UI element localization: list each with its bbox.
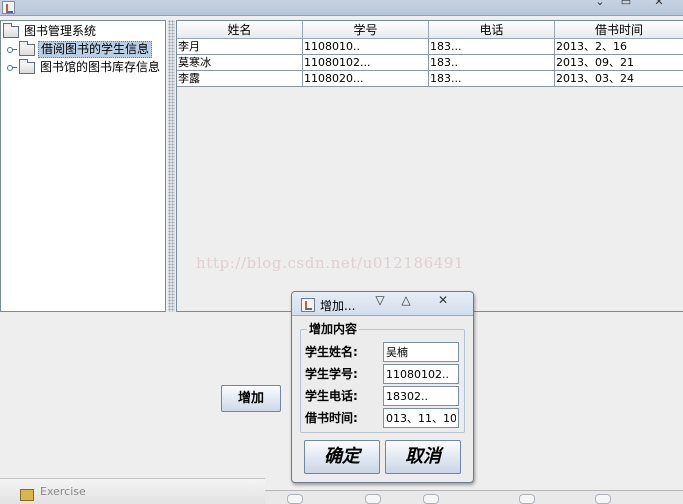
watermark-text: http://blog.csdn.net/u012186491 — [196, 254, 465, 272]
minimize-icon[interactable]: ▽ — [373, 293, 387, 307]
table-cell[interactable]: 183... — [429, 71, 555, 87]
table-cell[interactable]: 11080102... — [303, 55, 429, 71]
toolbar-icon[interactable] — [595, 494, 611, 504]
table-cell[interactable]: 李月 — [177, 39, 303, 55]
minimize-icon[interactable]: ⌄ — [592, 0, 608, 8]
tree-expand-handle-icon[interactable] — [7, 63, 17, 72]
close-icon[interactable]: ✕ — [651, 0, 667, 8]
toolbar-icon[interactable] — [519, 494, 535, 504]
tree-root[interactable]: 图书管理系统 — [3, 22, 98, 40]
tree-expand-handle-icon[interactable] — [7, 45, 17, 54]
bottom-right-toolbar — [265, 490, 683, 504]
student-name-label: 学生姓名: — [305, 345, 358, 359]
table-cell[interactable]: 183... — [429, 39, 555, 55]
table-header: 姓名 学号 电话 借书时间 — [177, 21, 683, 39]
package-icon — [20, 489, 34, 501]
java-app-icon — [2, 1, 15, 14]
column-header-borrow-date[interactable]: 借书时间 — [555, 21, 683, 39]
borrow-date-input[interactable] — [383, 408, 459, 428]
table-cell[interactable]: 莫寒冰 — [177, 55, 303, 71]
window-titlebar: ⌄ ▭ ✕ — [0, 0, 683, 16]
table-row[interactable]: 莫寒冰 11080102... 183.. 2013、09、21 — [177, 55, 683, 71]
table-cell[interactable]: 2013、2、16 — [555, 39, 683, 55]
close-icon[interactable]: ✕ — [436, 293, 450, 307]
add-dialog: 增加... ▽ △ ✕ 增加内容 学生姓名: 学生学号: 学生电话: 借书时间:… — [291, 291, 474, 483]
tree-root-label: 图书管理系统 — [24, 24, 97, 38]
add-content-group: 增加内容 学生姓名: 学生学号: 学生电话: 借书时间: — [300, 321, 465, 433]
maximize-icon[interactable]: △ — [399, 293, 413, 307]
java-app-icon — [301, 298, 315, 312]
nav-tree: 图书管理系统 借阅图书的学生信息 图书馆的图书库存信息 — [0, 20, 166, 312]
column-header-phone[interactable]: 电话 — [429, 21, 555, 39]
cancel-button[interactable]: 取消 — [385, 440, 461, 474]
folder-icon — [3, 22, 19, 38]
table-cell[interactable]: 1108010.. — [303, 39, 429, 55]
column-header-id[interactable]: 学号 — [303, 21, 429, 39]
tree-item-label: 图书馆的图书库存信息 — [40, 60, 161, 74]
table-cell[interactable]: 183.. — [429, 55, 555, 71]
tree-item-student-borrow[interactable]: 借阅图书的学生信息 — [7, 40, 153, 58]
table-cell[interactable]: 2013、09、21 — [555, 55, 683, 71]
split-divider[interactable] — [168, 20, 175, 312]
exercise-label[interactable]: Exercise — [40, 485, 86, 498]
student-id-label: 学生学号: — [305, 367, 358, 381]
tree-item-label: 借阅图书的学生信息 — [38, 41, 153, 58]
folder-icon — [19, 58, 35, 74]
student-id-input[interactable] — [383, 364, 459, 384]
table-cell[interactable]: 2013、03、24 — [555, 71, 683, 87]
column-header-name[interactable]: 姓名 — [177, 21, 303, 39]
dialog-title: 增加... — [320, 299, 356, 313]
student-phone-label: 学生电话: — [305, 389, 358, 403]
table-row[interactable]: 李月 1108010.. 183... 2013、2、16 — [177, 39, 683, 55]
toolbar-icon[interactable] — [423, 494, 439, 504]
folder-icon — [19, 40, 35, 56]
student-phone-input[interactable] — [383, 386, 459, 406]
maximize-icon[interactable]: ▭ — [618, 0, 634, 8]
table-cell[interactable]: 1108020... — [303, 71, 429, 87]
borrow-date-label: 借书时间: — [305, 411, 358, 425]
add-button[interactable]: 增加 — [221, 385, 281, 412]
bottom-left-panel: Exercise — [0, 478, 265, 504]
student-table: 姓名 学号 电话 借书时间 李月 1108010.. 183... 2013、2… — [177, 21, 683, 87]
student-name-input[interactable] — [383, 342, 459, 362]
toolbar-icon[interactable] — [365, 494, 381, 504]
tree-item-library-stock[interactable]: 图书馆的图书库存信息 — [7, 58, 162, 76]
group-title: 增加内容 — [307, 321, 360, 337]
confirm-button[interactable]: 确定 — [304, 440, 380, 474]
dialog-titlebar[interactable]: 增加... ▽ △ ✕ — [292, 292, 473, 316]
table-cell[interactable]: 李露 — [177, 71, 303, 87]
toolbar-icon[interactable] — [287, 494, 303, 504]
table-row[interactable]: 李露 1108020... 183... 2013、03、24 — [177, 71, 683, 87]
